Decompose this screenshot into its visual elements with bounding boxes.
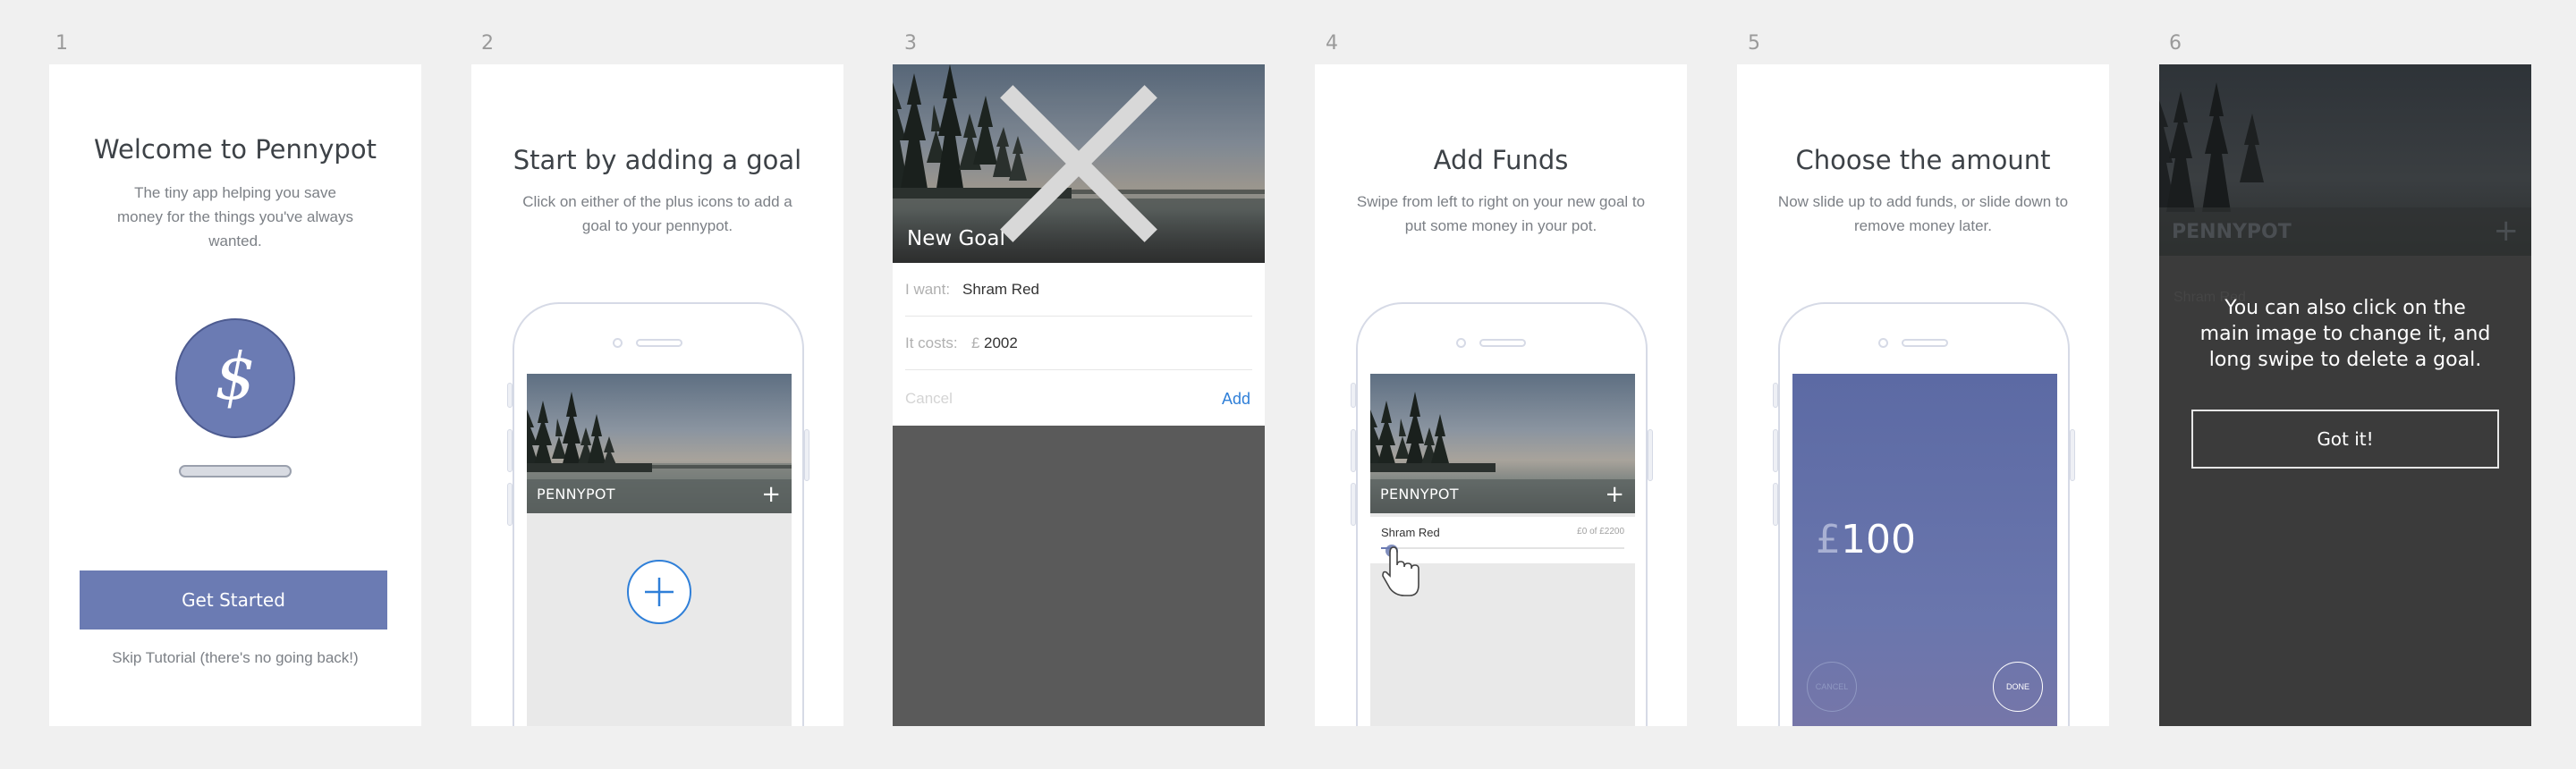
phone-mockup: PENNYPOT + [507,302,809,726]
step-title: Choose the amount [1795,145,2051,175]
side-button [507,429,513,472]
app-header-label: PENNYPOT [537,486,615,503]
faded-header-label: PENNYPOT [2172,221,2292,243]
side-button [2070,429,2075,481]
step-6-panel: PENNYPOT + Shram Red You can also click … [2159,64,2531,726]
amount-value: 100 [1841,517,1916,562]
side-button [1351,383,1356,408]
side-button [804,429,809,481]
step-number: 6 [2169,32,2182,55]
goal-image[interactable]: New Goal [893,64,1265,263]
side-button [1773,483,1778,526]
step-title: Start by adding a goal [513,145,802,175]
side-button [507,383,513,408]
side-button [1351,483,1356,526]
amount-currency: £ [1816,517,1841,562]
camera-icon [613,338,623,348]
app-screen: PENNYPOT + Shram Red £0 of £2200 [1370,374,1635,726]
step-subtitle: Click on either of the plus icons to add… [522,193,792,234]
step-1-panel: Welcome to Pennypot The tiny app helping… [49,64,421,726]
speaker-icon [1479,339,1526,347]
get-started-button[interactable]: Get Started [80,570,387,630]
close-icon[interactable] [893,64,1265,263]
speaker-icon [1902,339,1948,347]
side-button [1648,429,1653,481]
plus-icon [645,578,674,606]
side-button [1351,429,1356,472]
swipe-hand-icon [1382,545,1419,596]
cost-row[interactable]: It costs: £ 2002 [905,317,1252,370]
cancel-button[interactable]: CANCEL [1807,662,1857,712]
currency-symbol: £ [971,334,980,351]
plus-icon[interactable]: + [1605,483,1624,506]
cost-input[interactable]: 2002 [984,334,1018,352]
step-number: 2 [481,32,494,55]
plus-icon[interactable]: + [761,483,781,506]
camera-icon [1878,338,1888,348]
step-subtitle: Now slide up to add funds, or slide down… [1777,193,2069,234]
step-3-panel: New Goal I want: Shram Red It costs: £ 2… [893,64,1265,726]
tip-message: You can also click on the main image to … [2199,297,2491,371]
step-number: 5 [1748,32,1760,55]
welcome-title: Welcome to Pennypot [94,134,377,165]
dollar-coin-icon: $ [175,318,295,438]
side-button [1773,429,1778,472]
done-button[interactable]: DONE [1993,662,2043,712]
add-goal-button[interactable] [627,560,691,624]
want-row[interactable]: I want: Shram Red [905,263,1252,317]
goal-header-image[interactable]: PENNYPOT + [1370,374,1635,513]
step-4-panel: Add Funds Swipe from left to right on yo… [1315,64,1687,726]
svg-text:$: $ [215,339,256,414]
step-number: 1 [55,32,68,55]
step-number: 4 [1326,32,1338,55]
piggy-slot-icon [179,465,292,477]
phone-mockup: £ 100 CANCEL DONE [1773,302,2075,726]
goal-header-image[interactable]: PENNYPOT + [527,374,792,513]
step-number: 3 [904,32,917,55]
speaker-icon [636,339,682,347]
step-title: Add Funds [1433,145,1569,175]
phone-mockup: PENNYPOT + Shram Red £0 of £2200 [1351,302,1653,726]
welcome-subtitle: The tiny app helping you save money for … [116,184,354,249]
want-label: I want: [905,281,951,298]
amount-screen[interactable]: £ 100 CANCEL DONE [1792,374,2057,726]
side-button [1773,383,1778,408]
step-subtitle: Swipe from left to right on your new goa… [1356,193,1646,234]
goal-name: Shram Red [1381,526,1440,539]
add-button[interactable]: Add [1222,390,1250,409]
step-2-panel: Start by adding a goal Click on either o… [471,64,843,726]
step-5-panel: Choose the amount Now slide up to add fu… [1737,64,2109,726]
faded-header-image: PENNYPOT + [2159,64,2531,256]
goal-progress-text: £0 of £2200 [1577,527,1624,537]
faded-plus-icon: + [2493,213,2520,249]
want-input[interactable]: Shram Red [962,281,1039,299]
camera-icon [1456,338,1466,348]
skip-tutorial-link[interactable]: Skip Tutorial (there's no going back!) [49,649,421,667]
side-button [507,483,513,526]
new-goal-form: I want: Shram Red It costs: £ 2002 Cance… [893,263,1265,426]
got-it-button[interactable]: Got it! [2191,410,2499,469]
app-header-label: PENNYPOT [1380,486,1459,503]
cancel-button[interactable]: Cancel [905,390,953,408]
cost-label: It costs: [905,334,958,351]
app-screen: PENNYPOT + [527,374,792,726]
